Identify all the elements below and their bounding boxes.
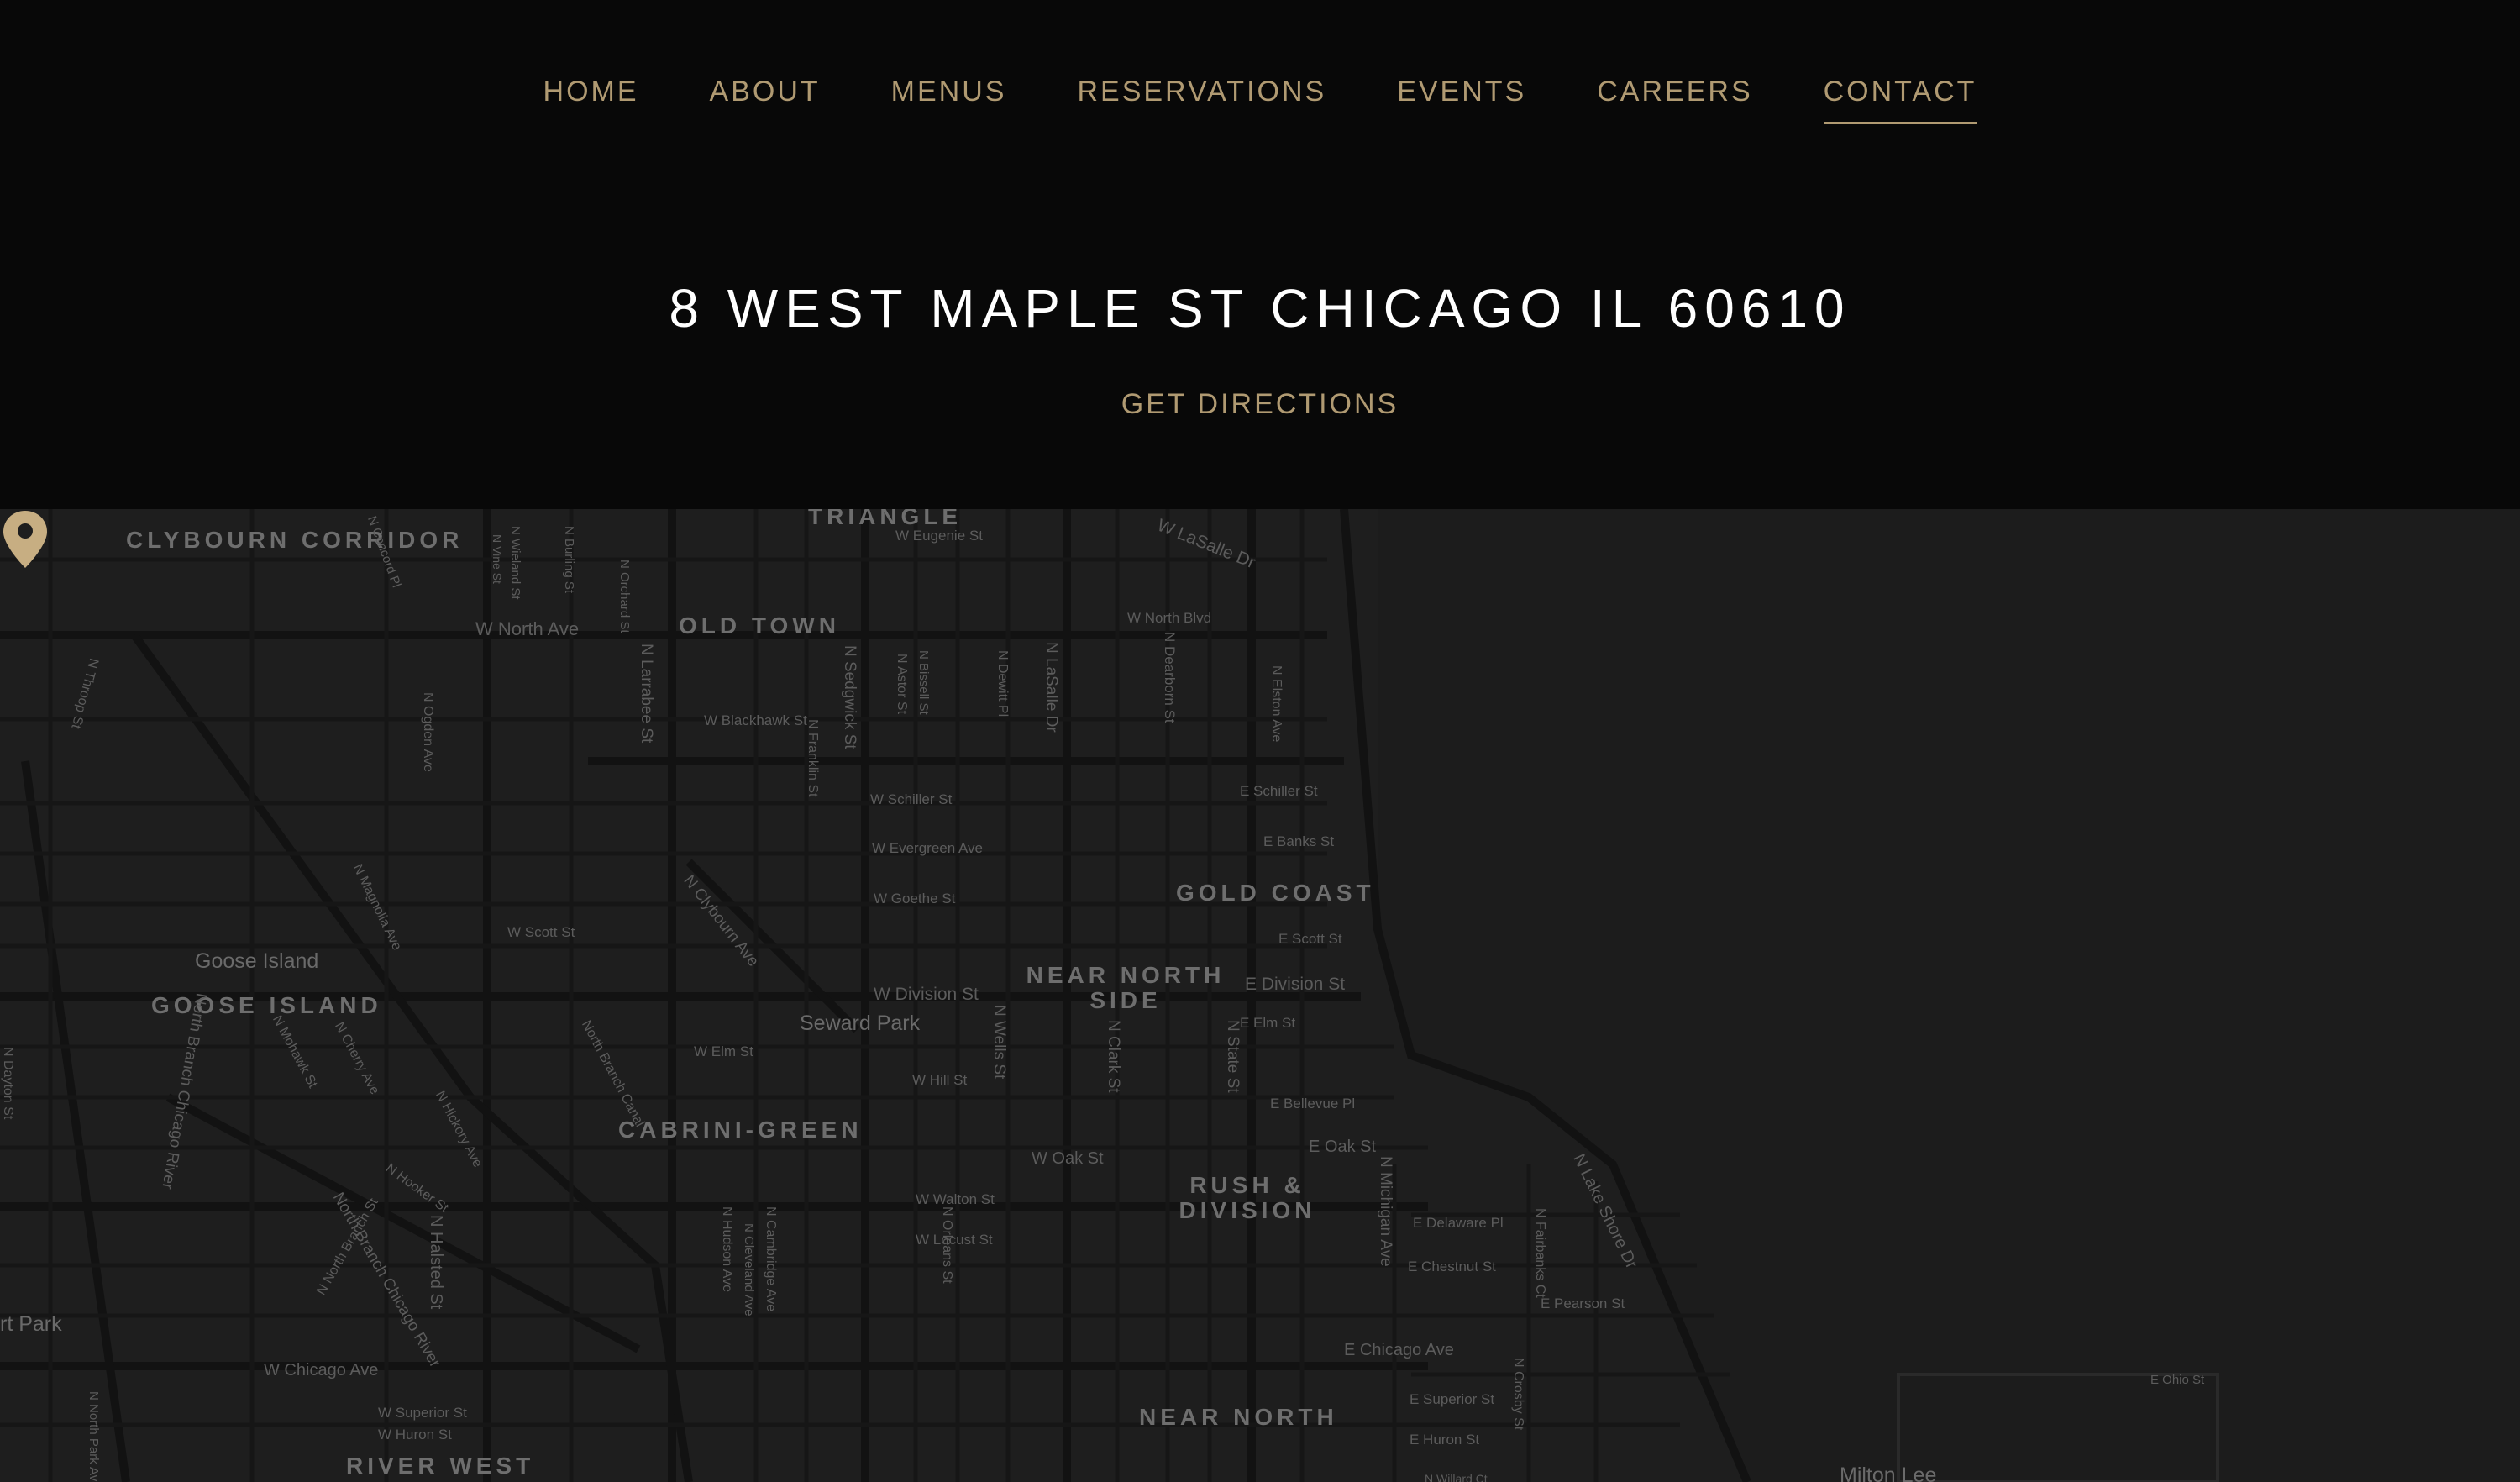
neighborhood-label: RUSH & DIVISION bbox=[1179, 1172, 1316, 1223]
street-label: N Dewitt Pl bbox=[995, 650, 1010, 717]
neighborhood-label: NEAR NORTH SIDE bbox=[1026, 962, 1226, 1013]
street-label: N Willard Ct bbox=[1425, 1472, 1488, 1482]
nav-careers[interactable]: CAREERS bbox=[1597, 76, 1752, 124]
street-label: N LaSalle Dr bbox=[1042, 642, 1060, 733]
street-label: W Elm St bbox=[694, 1043, 753, 1059]
street-label: N Clark St bbox=[1105, 1020, 1122, 1093]
street-label: W North Ave bbox=[475, 618, 580, 639]
street-label: N Halsted St bbox=[427, 1215, 445, 1310]
street-label: W Hill St bbox=[912, 1072, 968, 1088]
street-label: E Huron St bbox=[1410, 1432, 1480, 1448]
site-header: HOME ABOUT MENUS RESERVATIONS EVENTS CAR… bbox=[0, 0, 2520, 509]
neighborhood-label: GOOSE ISLAND bbox=[151, 992, 382, 1018]
street-label: E Banks St bbox=[1263, 833, 1335, 849]
street-label: N Hudson Ave bbox=[720, 1206, 734, 1292]
street-label: E Division St bbox=[1245, 975, 1346, 994]
neighborhood-label: NEAR NORTH bbox=[1139, 1404, 1338, 1430]
street-label: N Wieland St bbox=[508, 526, 522, 600]
street-label: E Scott St bbox=[1278, 931, 1342, 947]
street-label: E Superior St bbox=[1410, 1391, 1495, 1407]
nav-contact[interactable]: CONTACT bbox=[1823, 76, 1977, 124]
nav-home[interactable]: HOME bbox=[543, 76, 639, 124]
street-label: N Orleans St bbox=[940, 1206, 954, 1284]
nav-about[interactable]: ABOUT bbox=[710, 76, 821, 124]
street-label: N Crosby St bbox=[1511, 1358, 1525, 1431]
street-label: N Bissell St bbox=[916, 650, 931, 715]
street-label: W North Blvd bbox=[1127, 610, 1212, 626]
neighborhood-label: CABRINI-GREEN bbox=[618, 1117, 863, 1143]
park-label: Milton Lee bbox=[1840, 1464, 1937, 1482]
neighborhood-label: CLYBOURN CORRIDOR bbox=[126, 527, 464, 553]
street-label: W Eugenie St bbox=[895, 528, 983, 544]
street-label: E Ohio St bbox=[2150, 1373, 2205, 1387]
street-label: N Cleveland Ave bbox=[742, 1223, 756, 1316]
main-navigation: HOME ABOUT MENUS RESERVATIONS EVENTS CAR… bbox=[0, 76, 2520, 124]
street-label: E Chestnut St bbox=[1408, 1259, 1496, 1274]
street-label: N Michigan Ave bbox=[1377, 1156, 1394, 1267]
street-label: W Huron St bbox=[378, 1427, 452, 1443]
street-label: N Franklin St bbox=[806, 719, 820, 797]
park-label: rt Park bbox=[0, 1312, 62, 1336]
street-label: N Ogden Ave bbox=[421, 692, 435, 772]
street-label: N Burling St bbox=[562, 526, 576, 594]
street-label: N Wells St bbox=[990, 1005, 1008, 1080]
park-label: Seward Park bbox=[800, 1012, 921, 1035]
nav-events[interactable]: EVENTS bbox=[1397, 76, 1526, 124]
street-label: N State St bbox=[1224, 1020, 1242, 1093]
neighborhood-label: OLD TOWN bbox=[679, 612, 840, 639]
street-label: W Blackhawk St bbox=[704, 712, 807, 728]
street-label: W Oak St bbox=[1032, 1149, 1104, 1168]
map-pin-icon[interactable] bbox=[0, 509, 50, 570]
street-label: W Evergreen Ave bbox=[872, 840, 983, 856]
street-label: N Fairbanks Ct bbox=[1533, 1208, 1547, 1298]
park-label: Goose Island bbox=[195, 949, 319, 973]
street-label: N Vine St bbox=[491, 534, 504, 584]
street-label: E Schiller St bbox=[1240, 783, 1318, 799]
street-label: N Dearborn St bbox=[1162, 632, 1178, 723]
street-label: E Chicago Ave bbox=[1344, 1341, 1454, 1359]
street-label: N Dayton St bbox=[1, 1047, 15, 1120]
street-label: W Schiller St bbox=[870, 791, 953, 807]
address-heading: 8 WEST MAPLE ST CHICAGO IL 60610 bbox=[669, 278, 1851, 339]
street-label: W Walton St bbox=[916, 1191, 995, 1207]
street-label: W Goethe St bbox=[874, 891, 956, 907]
street-label: W Superior St bbox=[378, 1405, 467, 1421]
street-label: W Scott St bbox=[507, 924, 575, 940]
neighborhood-label: GOLD COAST bbox=[1176, 880, 1375, 906]
street-label: E Pearson St bbox=[1541, 1295, 1625, 1311]
neighborhood-label: TRIANGLE bbox=[808, 509, 963, 529]
nav-menus[interactable]: MENUS bbox=[891, 76, 1007, 124]
get-directions-link[interactable]: GET DIRECTIONS bbox=[0, 388, 2520, 421]
street-label: W Chicago Ave bbox=[264, 1361, 379, 1380]
street-label: N Sedgwick St bbox=[841, 645, 858, 749]
street-label: E Oak St bbox=[1309, 1138, 1377, 1156]
street-label: N Cambridge Ave bbox=[764, 1206, 778, 1312]
neighborhood-label: RIVER WEST bbox=[346, 1453, 535, 1479]
street-label: E Bellevue Pl bbox=[1270, 1096, 1356, 1112]
street-label: N North Park Avenue bbox=[87, 1391, 101, 1482]
street-label: E Elm St bbox=[1240, 1015, 1296, 1031]
location-map[interactable]: CLYBOURN CORRIDOR OLD TOWN GOLD COAST NE… bbox=[0, 509, 2520, 1482]
street-label: N Orchard St bbox=[617, 560, 632, 633]
street-label: W Division St bbox=[874, 985, 979, 1004]
street-label: N Elston Ave bbox=[1269, 665, 1284, 743]
street-label: N Astor St bbox=[895, 654, 909, 715]
street-label: N Larrabee St bbox=[638, 644, 655, 744]
street-label: E Delaware Pl bbox=[1413, 1215, 1504, 1231]
nav-reservations[interactable]: RESERVATIONS bbox=[1077, 76, 1326, 124]
